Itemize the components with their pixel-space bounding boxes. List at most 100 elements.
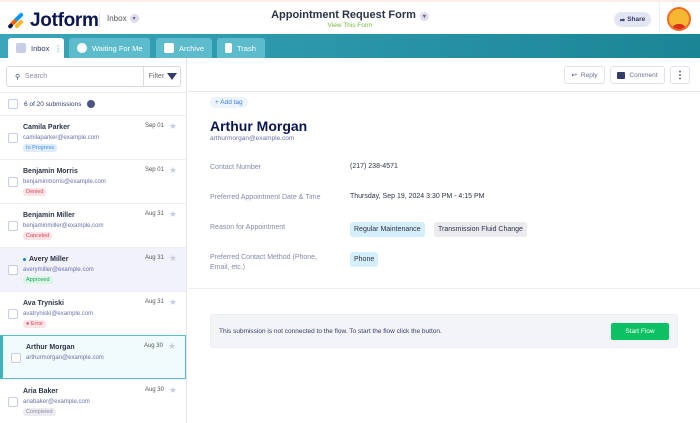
tab-label: Waiting For Me bbox=[92, 43, 143, 53]
item-name: Avery Miller bbox=[23, 256, 68, 263]
item-email: avatryniski@example.com bbox=[23, 311, 94, 317]
share-button[interactable]: ➦ Share bbox=[614, 12, 651, 27]
submission-list-item[interactable]: Benjamin Morris benjaminmorris@example.c… bbox=[0, 159, 186, 203]
comment-icon bbox=[617, 71, 626, 79]
star-icon[interactable]: ★ bbox=[169, 209, 177, 220]
chat-icon bbox=[77, 43, 87, 53]
submission-list-item[interactable]: Arthur Morgan arthurmorgan@example.com A… bbox=[0, 335, 186, 379]
more-vertical-icon[interactable]: ⋮ bbox=[54, 44, 62, 53]
tab-label: Archive bbox=[179, 43, 205, 53]
item-date: Aug 30 bbox=[143, 343, 163, 349]
archive-icon bbox=[164, 43, 174, 53]
unread-dot bbox=[23, 257, 26, 261]
item-name: Arthur Morgan bbox=[26, 344, 75, 351]
tab-label: Inbox bbox=[31, 43, 50, 53]
item-name-text: Ava Tryniski bbox=[23, 300, 64, 307]
status-badge: In Progress bbox=[23, 144, 58, 152]
status-text: Error bbox=[30, 321, 44, 327]
tab-bar: Inbox ⋮ Waiting For Me Archive Trash bbox=[0, 34, 700, 58]
item-date: Sep 01 bbox=[144, 167, 164, 173]
item-date: Sep 01 bbox=[144, 123, 164, 129]
star-icon[interactable]: ★ bbox=[169, 385, 177, 396]
tab-archive[interactable]: Archive bbox=[156, 38, 212, 58]
filter-button[interactable]: Filter bbox=[143, 67, 182, 86]
status-badge: Completed bbox=[23, 408, 56, 416]
view-form-link[interactable]: View This Form bbox=[0, 22, 700, 29]
field-value: Thursday, Sep 19, 2024 3:30 PM - 4:15 PM bbox=[350, 193, 485, 200]
item-name: Ava Tryniski bbox=[23, 300, 64, 307]
star-icon[interactable]: ★ bbox=[169, 253, 177, 264]
contact-method-chip: Phone bbox=[350, 252, 379, 267]
comment-button[interactable]: Comment bbox=[610, 66, 665, 84]
item-checkbox[interactable] bbox=[8, 397, 18, 407]
detail-toolbar: ↩ Reply Comment ⋮ bbox=[188, 58, 700, 92]
item-name: Benjamin Miller bbox=[23, 212, 75, 219]
status-badge: Approved bbox=[23, 276, 53, 284]
divider bbox=[188, 288, 700, 289]
item-email: benjaminmiller@example.com bbox=[23, 223, 104, 229]
view-form-text: View This Form bbox=[327, 22, 373, 29]
select-all-checkbox[interactable] bbox=[8, 99, 18, 109]
star-icon[interactable]: ★ bbox=[169, 165, 177, 176]
add-tag-button[interactable]: + Add tag bbox=[210, 97, 248, 108]
item-name: Camila Parker bbox=[23, 124, 70, 131]
form-title[interactable]: Appointment Request Form ▾ bbox=[0, 9, 700, 21]
status-badge: Denied bbox=[23, 188, 47, 196]
tab-trash[interactable]: Trash bbox=[217, 38, 265, 58]
item-checkbox[interactable] bbox=[11, 353, 21, 363]
item-checkbox[interactable] bbox=[8, 221, 18, 231]
search-input[interactable]: ⚲ Search Filter bbox=[6, 66, 181, 87]
star-icon[interactable]: ★ bbox=[168, 341, 176, 352]
submission-list-item[interactable]: Benjamin Miller benjaminmiller@example.c… bbox=[0, 203, 186, 247]
tab-label: Trash bbox=[237, 43, 256, 53]
submitter-name: Arthur Morgan bbox=[210, 118, 308, 134]
item-email: benjaminmorris@example.com bbox=[23, 179, 106, 185]
chevron-down-icon[interactable] bbox=[87, 100, 96, 108]
share-icon: ➦ bbox=[619, 16, 626, 24]
tab-inbox[interactable]: Inbox ⋮ bbox=[8, 38, 64, 58]
item-name-text: Benjamin Miller bbox=[23, 212, 75, 219]
field-label: Preferred Appointment Date & Time bbox=[210, 194, 321, 201]
submission-list-item[interactable]: Avery Miller averymiller@example.com Aug… bbox=[0, 247, 186, 291]
start-flow-button[interactable]: Start Flow bbox=[611, 323, 669, 340]
submission-list-item[interactable]: Ava Tryniski avatryniski@example.com Aug… bbox=[0, 291, 186, 335]
item-email: arthurmorgan@example.com bbox=[26, 355, 104, 361]
flow-notice-text: This submission is not connected to the … bbox=[219, 328, 442, 335]
status-badge: Canceled bbox=[23, 232, 53, 240]
item-checkbox[interactable] bbox=[8, 265, 18, 275]
item-email: ariabaker@example.com bbox=[23, 399, 90, 405]
comment-label: Comment bbox=[629, 71, 658, 79]
item-name-text: Benjamin Morris bbox=[23, 168, 78, 175]
item-name-text: Camila Parker bbox=[23, 124, 70, 131]
avatar[interactable] bbox=[667, 7, 691, 31]
search-icon: ⚲ bbox=[15, 74, 21, 81]
submission-count: 6 of 20 submissions bbox=[24, 100, 82, 108]
item-checkbox[interactable] bbox=[8, 177, 18, 187]
star-icon[interactable]: ★ bbox=[169, 297, 177, 308]
item-checkbox[interactable] bbox=[8, 133, 18, 143]
item-date: Aug 31 bbox=[144, 299, 164, 305]
field-label: Contact Number bbox=[210, 164, 261, 171]
reply-button[interactable]: ↩ Reply bbox=[564, 66, 605, 84]
field-value: (217) 238-4571 bbox=[350, 163, 398, 170]
submission-list-panel: ⚲ Search Filter 6 of 20 submissions Cami… bbox=[0, 58, 187, 423]
filter-icon bbox=[167, 73, 178, 80]
item-email: camilaparker@example.com bbox=[23, 135, 100, 141]
item-name-text: Avery Miller bbox=[29, 256, 69, 263]
status-text: In Progress bbox=[26, 145, 55, 151]
inbox-icon bbox=[16, 43, 26, 53]
tab-waiting-for-me[interactable]: Waiting For Me bbox=[69, 38, 150, 58]
status-text: Denied bbox=[26, 189, 44, 195]
item-checkbox[interactable] bbox=[8, 309, 18, 319]
reply-icon: ↩ bbox=[571, 72, 577, 79]
submission-list-item[interactable]: Camila Parker camilaparker@example.com S… bbox=[0, 115, 186, 159]
star-icon[interactable]: ★ bbox=[169, 121, 177, 132]
item-name-text: Arthur Morgan bbox=[26, 344, 75, 351]
share-label: Share bbox=[627, 16, 646, 23]
item-email: averymiller@example.com bbox=[23, 267, 94, 273]
field-label: Preferred Contact Method (Phone, Email, … bbox=[210, 254, 318, 271]
submission-list-item[interactable]: Aria Baker ariabaker@example.com Aug 30 … bbox=[0, 379, 186, 423]
more-vertical-icon: ⋮ bbox=[675, 69, 685, 81]
flow-notice: This submission is not connected to the … bbox=[210, 314, 678, 348]
more-options-button[interactable]: ⋮ bbox=[670, 66, 690, 84]
